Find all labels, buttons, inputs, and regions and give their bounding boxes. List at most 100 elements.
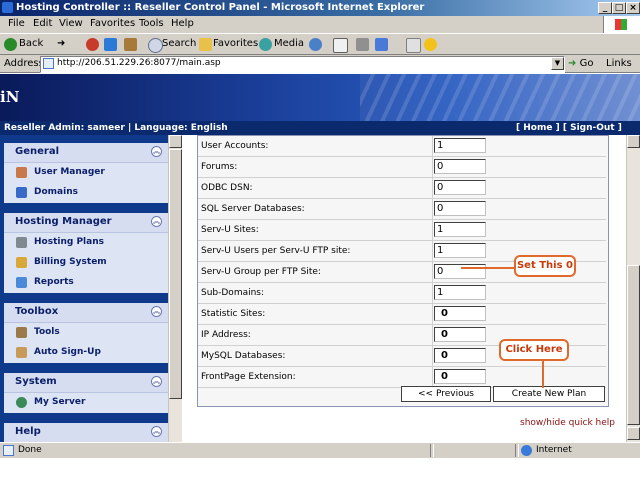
limit-input[interactable]: 0 xyxy=(434,348,486,363)
section-header[interactable]: General ︽ xyxy=(4,143,168,163)
stop-icon[interactable] xyxy=(86,38,99,51)
cell-divider xyxy=(432,220,433,240)
home-icon[interactable] xyxy=(124,38,137,51)
search-icon xyxy=(148,38,163,53)
maximize-button[interactable]: □ xyxy=(612,2,626,14)
favorites-button[interactable]: Favorites xyxy=(213,38,258,49)
media-button[interactable]: Media xyxy=(274,38,304,49)
field-label: IP Address: xyxy=(201,330,251,340)
menu-file[interactable]: File xyxy=(8,18,25,29)
home-link[interactable]: [ Home ] xyxy=(516,123,560,133)
back-button[interactable]: Back xyxy=(19,38,43,49)
collapse-icon[interactable]: ︽ xyxy=(151,376,162,387)
sidebar-item-label: Domains xyxy=(34,187,78,197)
close-button[interactable]: × xyxy=(626,2,640,14)
sidebar-item-label: Reports xyxy=(34,277,74,287)
mail-icon[interactable] xyxy=(333,38,348,53)
collapse-icon[interactable]: ︽ xyxy=(151,146,162,157)
signout-link[interactable]: [ Sign-Out ] xyxy=(563,123,622,133)
section-header[interactable]: Help ︽ xyxy=(4,423,168,443)
field-label: Sub-Domains: xyxy=(201,288,265,298)
menu-favorites[interactable]: Favorites xyxy=(90,18,135,29)
sidebar-item-label: Tools xyxy=(34,327,60,337)
sidebar-item-tools[interactable]: Tools xyxy=(4,323,168,343)
field-label: Serv-U Sites: xyxy=(201,225,259,235)
form-row: Forums: 0 xyxy=(198,157,606,178)
print-icon[interactable] xyxy=(356,38,369,51)
form-row: Sub-Domains: 1 xyxy=(198,283,606,304)
limit-input[interactable]: 1 xyxy=(434,243,486,258)
back-arrow-icon xyxy=(4,38,17,51)
address-dropdown-icon[interactable]: ▼ xyxy=(551,57,564,70)
limit-input[interactable]: 0 xyxy=(434,327,486,342)
main-scrollbar[interactable] xyxy=(626,135,640,442)
field-label: Serv-U Group per FTP Site: xyxy=(201,267,321,277)
field-label: User Accounts: xyxy=(201,141,269,151)
sidebar-item-hosting-plans[interactable]: Hosting Plans xyxy=(4,233,168,253)
address-input[interactable]: http://206.51.229.26:8077/main.asp ▼ xyxy=(40,56,565,73)
forward-button[interactable]: ➜ xyxy=(57,38,65,49)
collapse-icon[interactable]: ︽ xyxy=(151,216,162,227)
callout-click-here: Click Here xyxy=(499,339,569,361)
menu-edit[interactable]: Edit xyxy=(33,18,52,29)
sidebar-item-user-manager[interactable]: User Manager xyxy=(4,163,168,183)
callout-arrow-line xyxy=(542,361,544,388)
cell-divider xyxy=(432,367,433,387)
form-row: Serv-U Sites: 1 xyxy=(198,220,606,241)
page-icon xyxy=(43,58,54,69)
limit-input[interactable]: 0 xyxy=(434,306,486,321)
sidebar-item-reports[interactable]: Reports xyxy=(4,273,168,293)
section-title: Hosting Manager xyxy=(15,216,112,227)
create-new-plan-button[interactable]: Create New Plan xyxy=(493,386,605,402)
sidebar-item-my-server[interactable]: My Server xyxy=(4,393,168,413)
limit-input[interactable]: 0 xyxy=(434,369,486,384)
sidebar-item-label: My Server xyxy=(34,397,86,407)
previous-button[interactable]: << Previous xyxy=(401,386,491,402)
reports-icon xyxy=(16,277,27,288)
go-label: Go xyxy=(579,58,594,69)
limit-input[interactable]: 1 xyxy=(434,138,486,153)
edit-icon[interactable] xyxy=(375,38,388,51)
scroll-down-button[interactable] xyxy=(627,427,640,440)
collapse-icon[interactable]: ︽ xyxy=(151,426,162,437)
menu-view[interactable]: View xyxy=(59,18,83,29)
scroll-up-button[interactable] xyxy=(627,135,640,148)
domains-icon xyxy=(16,187,27,198)
sidebar-item-domains[interactable]: Domains xyxy=(4,183,168,203)
go-button[interactable]: ➜ Go xyxy=(568,58,593,69)
address-url[interactable]: http://206.51.229.26:8077/main.asp xyxy=(57,58,221,68)
cell-divider xyxy=(432,283,433,303)
section-header[interactable]: Toolbox ︽ xyxy=(4,303,168,323)
links-button[interactable]: Links xyxy=(606,58,632,69)
minimize-button[interactable]: _ xyxy=(598,2,612,14)
field-label: Serv-U Users per Serv-U FTP site: xyxy=(201,246,351,256)
cell-divider xyxy=(432,262,433,282)
menu-tools[interactable]: Tools xyxy=(139,18,164,29)
section-header[interactable]: Hosting Manager ︽ xyxy=(4,213,168,233)
cell-divider xyxy=(432,199,433,219)
scroll-up-button[interactable] xyxy=(169,135,182,148)
scroll-thumb[interactable] xyxy=(627,265,640,425)
collapse-icon[interactable]: ︽ xyxy=(151,306,162,317)
menu-help[interactable]: Help xyxy=(171,18,194,29)
sidebar-scrollbar[interactable] xyxy=(168,135,182,442)
form-row: SQL Server Databases: 0 xyxy=(198,199,606,220)
history-icon[interactable] xyxy=(309,38,322,51)
limit-input[interactable]: 0 xyxy=(434,159,486,174)
sidebar-item-billing-system[interactable]: Billing System xyxy=(4,253,168,273)
quick-help-link[interactable]: show/hide quick help xyxy=(520,418,615,428)
section-header[interactable]: System ︽ xyxy=(4,373,168,393)
limit-input[interactable]: 0 xyxy=(434,201,486,216)
scroll-thumb[interactable] xyxy=(169,149,182,399)
go-arrow-icon: ➜ xyxy=(568,58,577,69)
users-icon xyxy=(16,167,27,178)
discuss-icon[interactable] xyxy=(406,38,421,53)
address-bar: Address http://206.51.229.26:8077/main.a… xyxy=(0,55,640,73)
refresh-icon[interactable] xyxy=(104,38,117,51)
sidebar-item-auto-sign-up[interactable]: Auto Sign-Up xyxy=(4,343,168,363)
limit-input[interactable]: 1 xyxy=(434,285,486,300)
limit-input[interactable]: 1 xyxy=(434,222,486,237)
messenger-icon[interactable] xyxy=(424,38,437,51)
limit-input[interactable]: 0 xyxy=(434,180,486,195)
search-button[interactable]: Search xyxy=(162,38,196,49)
